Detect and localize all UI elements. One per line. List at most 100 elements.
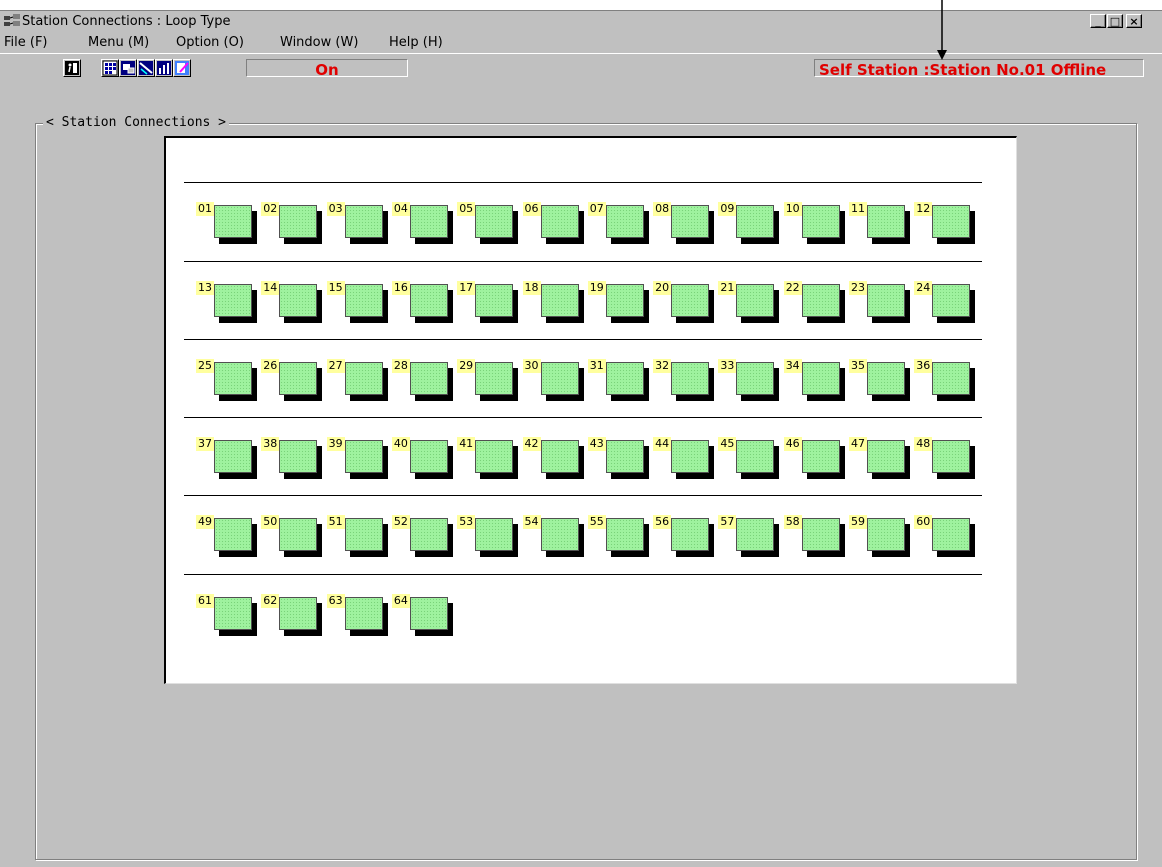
- station-status-box[interactable]: [736, 284, 775, 317]
- station-status-box[interactable]: [344, 597, 383, 630]
- station-26[interactable]: 26: [261, 359, 325, 403]
- station-status-box[interactable]: [214, 440, 252, 473]
- station-status-box[interactable]: [671, 362, 710, 395]
- station-38[interactable]: 38: [261, 437, 325, 481]
- station-status-box[interactable]: [736, 518, 775, 551]
- station-status-box[interactable]: [279, 597, 318, 630]
- menu-option[interactable]: Option (O): [176, 35, 244, 50]
- station-09[interactable]: 09: [718, 202, 782, 246]
- menu-file[interactable]: File (F): [4, 35, 48, 50]
- exit-button[interactable]: [63, 59, 81, 77]
- station-62[interactable]: 62: [261, 594, 325, 638]
- station-status-box[interactable]: [605, 284, 644, 317]
- station-34[interactable]: 34: [783, 359, 848, 403]
- station-status-box[interactable]: [932, 205, 971, 238]
- station-51[interactable]: 51: [326, 515, 391, 559]
- station-status-box[interactable]: [605, 440, 644, 473]
- station-04[interactable]: 04: [391, 202, 456, 246]
- menu-help[interactable]: Help (H): [389, 35, 443, 50]
- station-28[interactable]: 28: [391, 359, 456, 403]
- station-status-box[interactable]: [605, 362, 644, 395]
- network-button[interactable]: [137, 59, 155, 77]
- edit-button[interactable]: [173, 59, 191, 77]
- station-status-box[interactable]: [540, 205, 579, 238]
- station-12[interactable]: 12: [914, 202, 978, 246]
- station-status-box[interactable]: [214, 362, 252, 395]
- maximize-button[interactable]: □: [1107, 14, 1123, 28]
- station-status-box[interactable]: [475, 518, 514, 551]
- station-59[interactable]: 59: [849, 515, 913, 559]
- grid-view-button[interactable]: [101, 59, 119, 77]
- minimize-button[interactable]: _: [1090, 14, 1106, 28]
- station-status-box[interactable]: [475, 440, 514, 473]
- station-02[interactable]: 02: [261, 202, 325, 246]
- station-status-box[interactable]: [540, 440, 579, 473]
- station-36[interactable]: 36: [914, 359, 978, 403]
- station-37[interactable]: 37: [196, 437, 260, 481]
- station-status-box[interactable]: [867, 518, 905, 551]
- station-status-box[interactable]: [409, 205, 448, 238]
- chart-button[interactable]: [155, 59, 173, 77]
- station-10[interactable]: 10: [783, 202, 848, 246]
- station-49[interactable]: 49: [196, 515, 260, 559]
- station-25[interactable]: 25: [196, 359, 260, 403]
- station-01[interactable]: 01: [196, 202, 260, 246]
- station-06[interactable]: 06: [522, 202, 587, 246]
- station-20[interactable]: 20: [653, 281, 717, 325]
- station-64[interactable]: 64: [391, 594, 456, 638]
- station-status-box[interactable]: [214, 518, 252, 551]
- close-button[interactable]: ×: [1126, 14, 1142, 28]
- station-status-box[interactable]: [344, 284, 383, 317]
- station-11[interactable]: 11: [849, 202, 913, 246]
- station-29[interactable]: 29: [457, 359, 521, 403]
- station-status-box[interactable]: [605, 518, 644, 551]
- monitor-button[interactable]: [119, 59, 137, 77]
- station-status-box[interactable]: [214, 597, 252, 630]
- station-08[interactable]: 08: [653, 202, 717, 246]
- station-status-box[interactable]: [932, 362, 971, 395]
- station-status-box[interactable]: [801, 362, 840, 395]
- station-17[interactable]: 17: [457, 281, 521, 325]
- station-31[interactable]: 31: [587, 359, 652, 403]
- station-27[interactable]: 27: [326, 359, 391, 403]
- station-status-box[interactable]: [540, 362, 579, 395]
- station-16[interactable]: 16: [391, 281, 456, 325]
- station-54[interactable]: 54: [522, 515, 587, 559]
- station-status-box[interactable]: [801, 205, 840, 238]
- station-45[interactable]: 45: [718, 437, 782, 481]
- station-58[interactable]: 58: [783, 515, 848, 559]
- station-57[interactable]: 57: [718, 515, 782, 559]
- station-61[interactable]: 61: [196, 594, 260, 638]
- station-status-box[interactable]: [409, 440, 448, 473]
- station-50[interactable]: 50: [261, 515, 325, 559]
- station-status-box[interactable]: [344, 440, 383, 473]
- station-status-box[interactable]: [475, 284, 514, 317]
- station-23[interactable]: 23: [849, 281, 913, 325]
- station-status-box[interactable]: [475, 205, 514, 238]
- station-46[interactable]: 46: [783, 437, 848, 481]
- station-status-box[interactable]: [801, 284, 840, 317]
- station-status-box[interactable]: [279, 518, 318, 551]
- station-60[interactable]: 60: [914, 515, 978, 559]
- station-30[interactable]: 30: [522, 359, 587, 403]
- station-status-box[interactable]: [409, 362, 448, 395]
- station-status-box[interactable]: [932, 440, 971, 473]
- station-status-box[interactable]: [409, 284, 448, 317]
- station-status-box[interactable]: [801, 440, 840, 473]
- station-03[interactable]: 03: [326, 202, 391, 246]
- station-status-box[interactable]: [214, 205, 252, 238]
- station-40[interactable]: 40: [391, 437, 456, 481]
- station-status-box[interactable]: [867, 440, 905, 473]
- station-status-box[interactable]: [279, 284, 318, 317]
- station-status-box[interactable]: [344, 518, 383, 551]
- station-status-box[interactable]: [801, 518, 840, 551]
- station-status-box[interactable]: [279, 205, 318, 238]
- station-21[interactable]: 21: [718, 281, 782, 325]
- station-status-box[interactable]: [736, 362, 775, 395]
- station-44[interactable]: 44: [653, 437, 717, 481]
- station-status-box[interactable]: [932, 518, 971, 551]
- station-status-box[interactable]: [279, 362, 318, 395]
- station-status-box[interactable]: [671, 440, 710, 473]
- station-status-box[interactable]: [409, 597, 448, 630]
- station-14[interactable]: 14: [261, 281, 325, 325]
